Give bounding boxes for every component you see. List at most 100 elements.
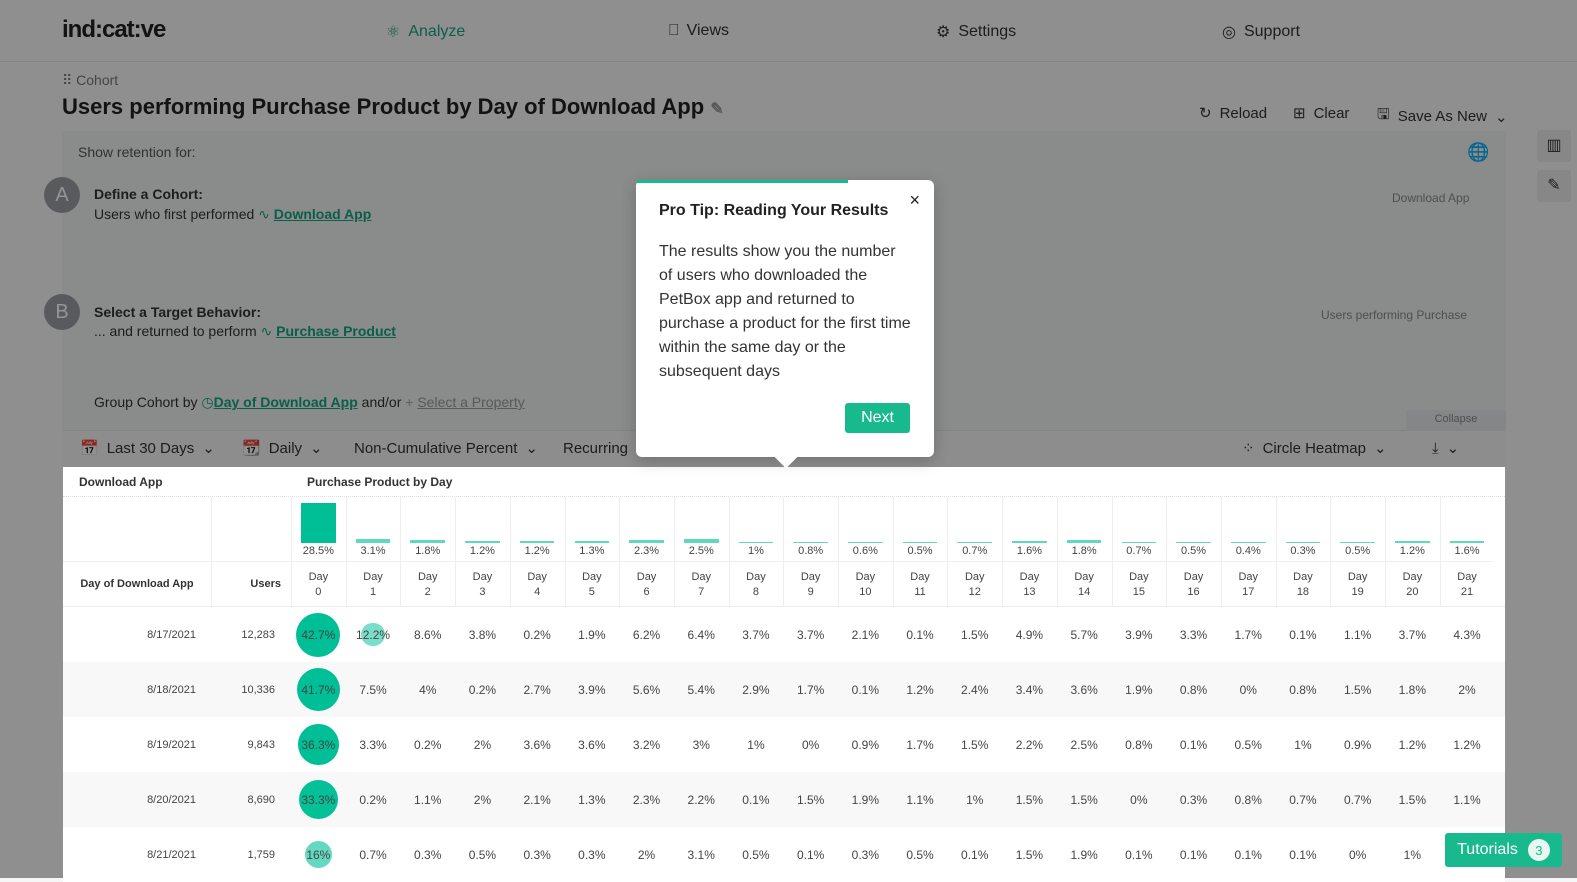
- cohort-table: Download App Purchase Product by Day Day o…: [63, 467, 1505, 882]
- summary-bar: [1066, 540, 1102, 543]
- row-date: 8/18/2021: [147, 683, 196, 696]
- summary-bar: [1285, 541, 1321, 543]
- day-header-text: Day: [1019, 571, 1040, 583]
- users-header: Users: [250, 578, 281, 590]
- day-header: Day 19: [1330, 569, 1385, 601]
- summary-label: 28.5%: [302, 545, 334, 557]
- cohort-cell: 2.7%: [523, 682, 551, 697]
- day-header-text: Day: [855, 571, 876, 583]
- cohort-cell: 2.1%: [523, 792, 551, 807]
- summary-label: 0.8%: [798, 545, 824, 557]
- summary-label: 0.5%: [1345, 545, 1371, 557]
- cohort-cell: 0.8%: [1125, 737, 1153, 752]
- cohort-cell: 5.4%: [687, 682, 715, 697]
- cohort-cell: 42.7%: [301, 627, 336, 642]
- day-header: Day 21: [1440, 569, 1495, 601]
- day-header-text: Day: [691, 571, 712, 583]
- day-header-text: 21: [1460, 586, 1474, 598]
- cohort-cell: 0.1%: [796, 847, 825, 862]
- cohort-cell: 2%: [473, 737, 492, 752]
- day-header-text: 6: [643, 586, 650, 598]
- cohort-cell: 0.5%: [906, 847, 934, 862]
- day-header-text: Day: [1183, 571, 1204, 583]
- cohort-cell: 1%: [1294, 737, 1312, 752]
- cohort-cell: 0.5%: [468, 847, 497, 862]
- day-header-text: Day: [308, 571, 329, 583]
- cohort-cell: 0.7%: [1343, 792, 1372, 807]
- day-header-text: 0: [315, 586, 322, 598]
- day-header-text: Day: [1293, 571, 1313, 583]
- cohort-cell: 0%: [1348, 847, 1367, 862]
- summary-bar: [519, 541, 555, 543]
- cohort-cell: 1.5%: [961, 737, 989, 752]
- cohort-cell: 3.3%: [1179, 627, 1208, 642]
- day-header: Day 16: [1166, 569, 1221, 601]
- summary-bar: [1121, 541, 1157, 543]
- summary-bar: [1012, 540, 1047, 543]
- cohort-cell: 0.1%: [851, 682, 880, 697]
- cohort-cell: 3.3%: [359, 737, 387, 752]
- day-header-text: 8: [752, 586, 759, 598]
- cohort-cell: 1.9%: [578, 627, 606, 642]
- summary-bar: [902, 541, 938, 543]
- overlay: [0, 467, 63, 878]
- day-header-text: Day: [363, 571, 383, 583]
- cohort-cell: 2.2%: [1015, 737, 1044, 752]
- summary-bar: [793, 541, 828, 543]
- day-header-text: Day: [636, 571, 657, 583]
- cohort-cell: 1%: [966, 792, 984, 807]
- cohort-cell: 1.2%: [1453, 737, 1481, 752]
- day-header-text: 13: [1023, 586, 1036, 598]
- cohort-cell: 3%: [692, 737, 710, 752]
- cohort-cell: 1.7%: [906, 737, 934, 752]
- cohort-cell: 0.3%: [851, 847, 880, 862]
- summary-label: 2.5%: [688, 545, 714, 557]
- next-button[interactable]: Next: [845, 403, 910, 433]
- day-header: Day 9: [783, 569, 838, 601]
- tutorials-button[interactable]: Tutorials 3: [1445, 833, 1562, 867]
- summary-bar: [1230, 541, 1266, 543]
- cohort-cell: 1.1%: [1343, 627, 1372, 642]
- day-header-text: 7: [698, 586, 705, 598]
- day-header-text: Day: [964, 571, 985, 583]
- row-users: 9,843: [247, 738, 275, 751]
- cohort-cell: 0.9%: [851, 737, 880, 752]
- day-header-text: Day: [746, 571, 766, 583]
- row-users: 10,336: [241, 683, 275, 696]
- cohort-cell: 0.2%: [468, 682, 497, 697]
- cohort-cell: 1.1%: [414, 792, 442, 807]
- day-header: Day 13: [1002, 569, 1057, 601]
- day-header: Day 6: [619, 569, 674, 601]
- cohort-cell: 2.3%: [632, 792, 661, 807]
- cohort-cell: 1.5%: [1015, 792, 1044, 807]
- cohort-cell: 0.9%: [1343, 737, 1372, 752]
- cohort-cell: 3.7%: [1398, 627, 1427, 642]
- cohort-cell: 3.6%: [578, 737, 606, 752]
- cohort-cell: 33.3%: [301, 792, 336, 807]
- cohort-cell: 6.2%: [632, 627, 661, 642]
- cohort-cell: 4.9%: [1015, 627, 1044, 642]
- row-users: 1,759: [247, 848, 275, 861]
- cohort-cell: 0%: [801, 737, 820, 752]
- day-header: Day 12: [947, 569, 1002, 601]
- close-icon[interactable]: ×: [909, 190, 920, 211]
- cohort-cell: 1.7%: [1234, 627, 1262, 642]
- cohort-cell: 0.5%: [1234, 737, 1262, 752]
- cohort-cell: 0.8%: [1289, 682, 1317, 697]
- summary-label: 2.3%: [633, 545, 660, 557]
- cohort-cell: 0.5%: [742, 847, 770, 862]
- day-header-text: Day: [582, 571, 602, 583]
- day-header: Day 17: [1221, 569, 1276, 601]
- row-users: 12,283: [241, 628, 275, 641]
- cohort-cell: 4.3%: [1453, 627, 1481, 642]
- day-header-text: Day: [1238, 571, 1259, 583]
- day-header-text: Day: [527, 571, 547, 583]
- cohort-cell: 1.5%: [1343, 682, 1372, 697]
- day-header-text: 10: [859, 586, 872, 598]
- cohort-cell: 1.9%: [1070, 847, 1098, 862]
- cohort-cell: 0.2%: [414, 737, 442, 752]
- day-header-text: 4: [534, 586, 541, 598]
- cohort-cell: 0.3%: [578, 847, 606, 862]
- cohort-cell: 1.3%: [578, 792, 606, 807]
- summary-bar: [301, 503, 336, 543]
